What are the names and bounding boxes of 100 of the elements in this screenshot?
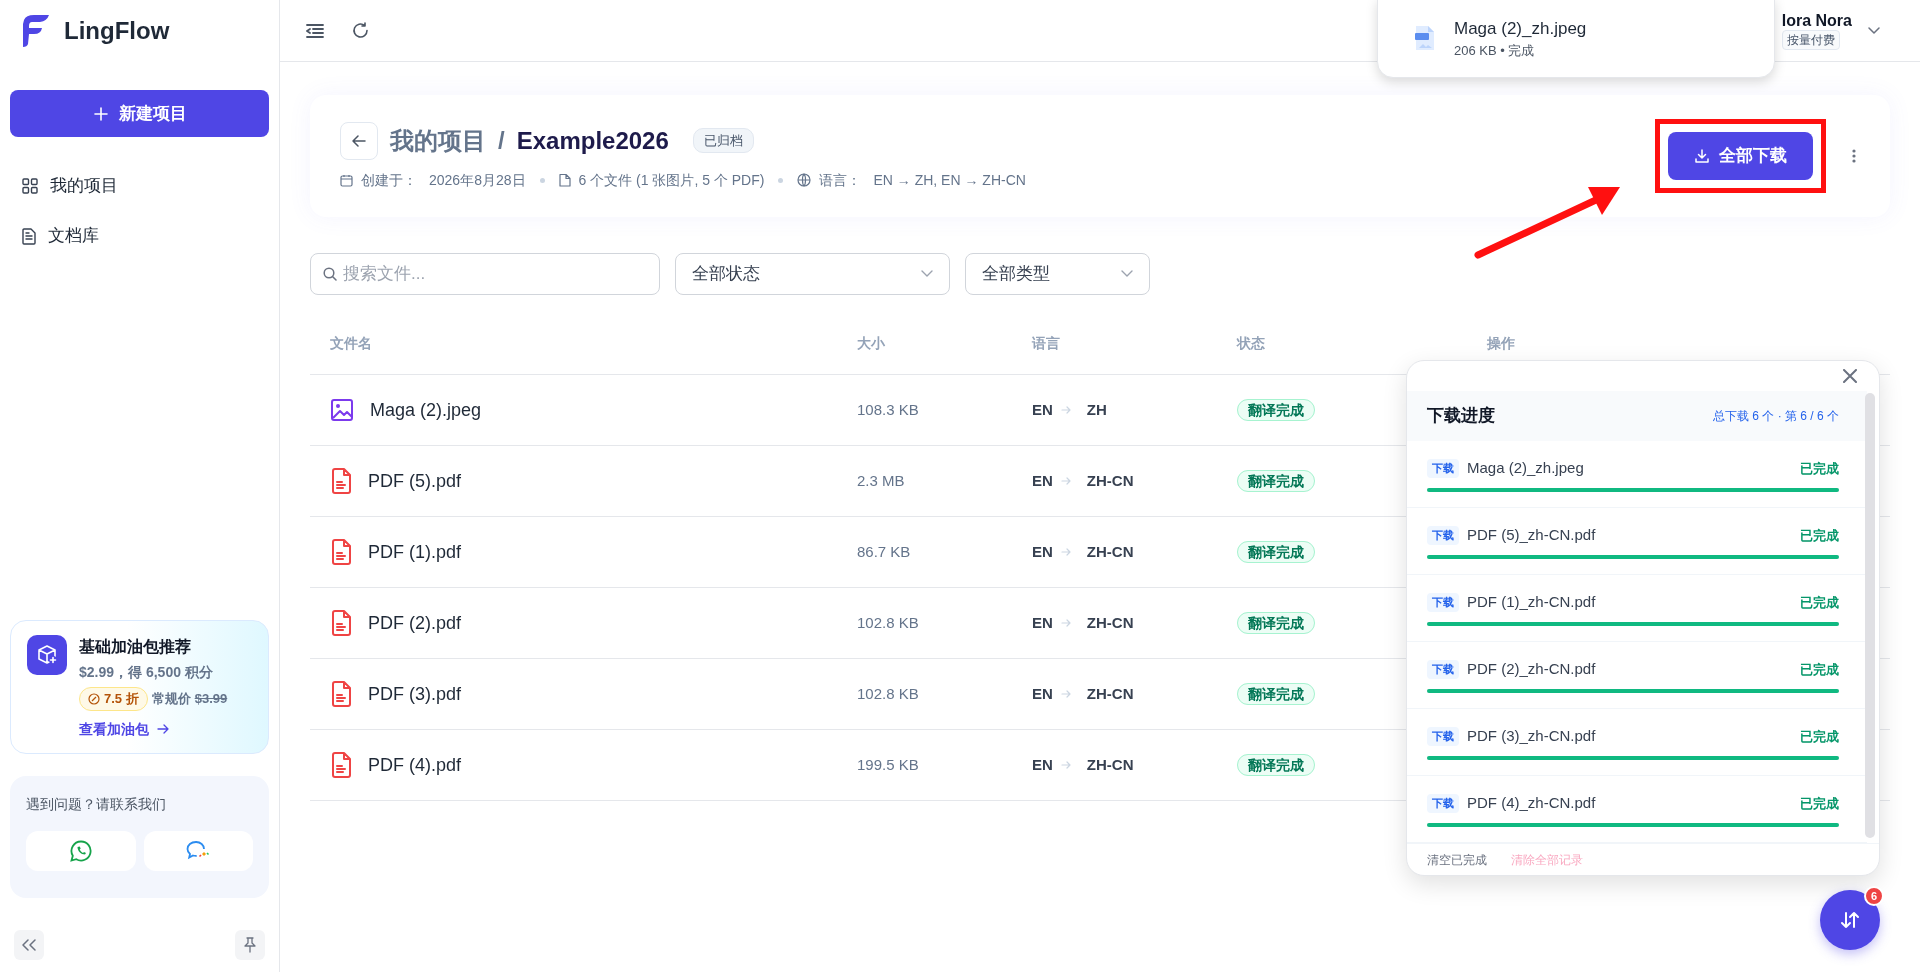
pdf-file-icon [330,539,352,565]
column-header: 状态 [1237,335,1265,351]
download-tag: 下载 [1427,459,1459,478]
target-language: ZH [1086,399,1107,420]
file-name[interactable]: PDF (5).pdf [368,467,462,495]
arrow-right-icon [1060,761,1071,769]
source-language: EN [1032,541,1053,562]
kebab-icon [1852,149,1856,163]
arrow-right-icon [157,723,169,735]
download-file-name: PDF (1)_zh-CN.pdf [1467,592,1596,613]
collapse-button[interactable] [14,930,44,960]
source-language: EN [1032,683,1053,704]
file-size: 86.7 KB [857,543,911,560]
discount-badge: 7.5 折 [79,687,148,711]
plus-icon [92,105,109,122]
clear-completed-link[interactable]: 清空已完成 [1427,850,1487,869]
source-language: EN [1032,470,1053,491]
scrollbar[interactable] [1865,393,1875,839]
download-tag: 下载 [1427,660,1459,679]
panel-title: 下载进度 [1427,405,1495,428]
arrow-right-icon [1060,548,1071,556]
download-file-name: PDF (2)_zh-CN.pdf [1467,659,1596,680]
view-packs-link[interactable]: 查看加油包 [79,718,149,740]
file-name[interactable]: Maga (2).jpeg [370,396,482,424]
double-chevron-left-icon [22,939,36,951]
arrow-right-icon [1060,406,1071,414]
target-language: ZH-CN [1086,683,1134,704]
file-icon [558,173,571,187]
logo-icon [20,14,50,48]
pdf-file-icon [330,752,352,778]
download-tag: 下载 [1427,727,1459,746]
download-status: 已完成 [1800,593,1839,612]
new-project-button[interactable]: 新建项目 [10,90,269,137]
file-name[interactable]: PDF (2).pdf [368,609,462,637]
pin-icon [243,937,257,953]
created-label: 创建于： [361,170,417,190]
target-language: ZH-CN [1086,470,1134,491]
pdf-file-icon [330,681,352,707]
transfer-button[interactable] [1820,890,1880,950]
download-status: 已完成 [1800,660,1839,679]
support-text: 遇到问题？请联系我们 [26,795,167,814]
sidebar-item[interactable]: 文档库 [10,211,269,261]
calendar-icon [340,173,353,187]
pdf-file-icon [330,610,352,636]
download-summary: 总下载 6 个 · 第 6 / 6 个 [1712,408,1839,426]
project-title: Example2026 [516,125,669,156]
file-name[interactable]: PDF (3).pdf [368,680,462,708]
download-tag: 下载 [1427,593,1459,612]
globe-icon [797,173,812,187]
status-badge: 翻译完成 [1237,470,1315,492]
file-name[interactable]: PDF (1).pdf [368,538,462,566]
download-tag: 下载 [1427,794,1459,813]
download-file-name: PDF (4)_zh-CN.pdf [1467,793,1596,814]
download-all-button[interactable]: 全部下载 [1668,132,1813,180]
download-file-name: PDF (3)_zh-CN.pdf [1467,726,1596,747]
status-dropdown[interactable]: 全部状态 [675,253,950,295]
file-size: 2.3 MB [857,472,905,489]
arrow-right-icon [1060,690,1071,698]
download-icon [1694,149,1709,163]
file-size: 199.5 KB [857,756,919,773]
chevron-down-icon [1121,270,1133,278]
search-field[interactable]: 搜索文件... [310,253,660,295]
back-button[interactable] [340,121,378,160]
jpeg-file-icon [1414,24,1436,52]
breadcrumb-link[interactable]: 我的项目 [390,122,486,159]
arrow-left-icon [352,134,366,147]
box-icon [36,644,58,666]
refresh-icon [352,22,369,39]
column-header: 文件名 [330,335,372,351]
status-badge: 翻译完成 [1237,399,1315,421]
file-count: 6 个文件 (1 张图片, 5 个 PDF) [578,170,765,190]
download-status: 已完成 [1800,727,1839,746]
chevron-down-icon[interactable] [1868,26,1880,35]
column-header: 大小 [857,335,885,351]
target-language: ZH-CN [1086,754,1134,775]
file-size: 108.3 KB [857,401,919,418]
up-down-arrows-icon [1840,911,1860,929]
chat-icon [186,840,211,862]
download-status: 已完成 [1800,526,1839,545]
download-file-name: Maga (2)_zh.jpeg [1467,458,1584,479]
phone-bubble-icon [69,840,92,862]
whatsapp-button[interactable] [26,831,136,871]
download-status: 已完成 [1800,794,1839,813]
status-badge: 翻译完成 [1237,612,1315,634]
image-icon [330,398,354,422]
status-badge: 翻译完成 [1237,541,1315,563]
file-name[interactable]: PDF (4).pdf [368,751,462,779]
logo-text: LingFlow [64,16,170,46]
discount-icon [88,692,100,705]
arrow-right-icon [1060,619,1071,627]
column-header: 操作 [1487,335,1515,351]
pin-button[interactable] [235,930,265,960]
language-label: 语言： [819,170,862,190]
created-date: 2026年8月28日 [429,170,526,190]
source-language: EN [1032,399,1053,420]
type-dropdown[interactable]: 全部类型 [965,253,1150,295]
toast-detail: 206 KB • 完成 [1454,42,1536,60]
download-tag: 下载 [1427,526,1459,545]
column-header: 语言 [1032,335,1060,351]
sidebar-item[interactable]: 我的项目 [10,161,269,211]
